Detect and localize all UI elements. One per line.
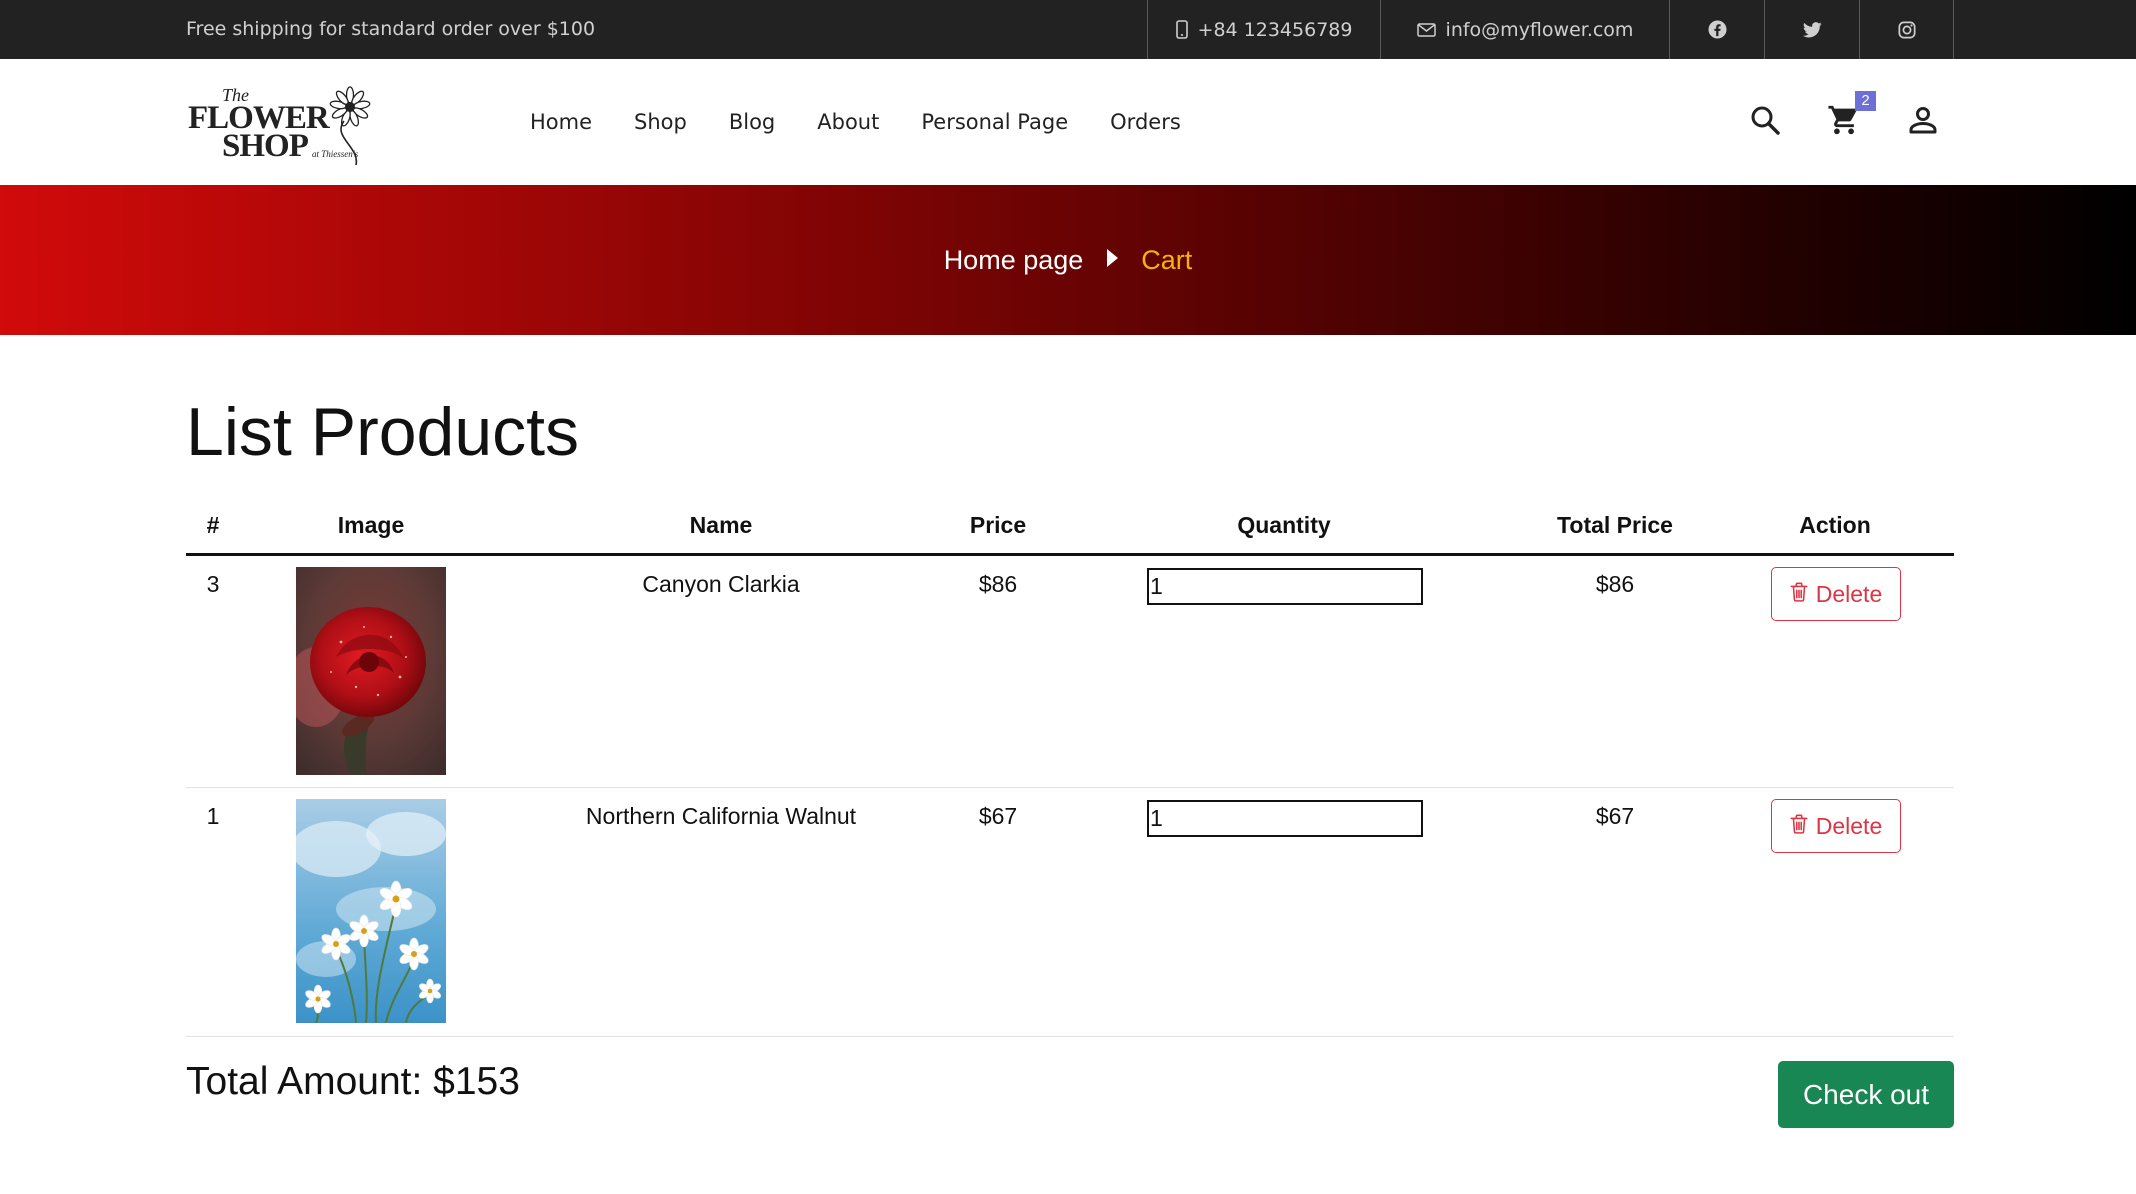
- nav-home[interactable]: Home: [530, 110, 592, 134]
- email-address: info@myflower.com: [1445, 18, 1634, 41]
- twitter-link[interactable]: [1764, 0, 1859, 59]
- table-row: 3 Canyon Clarkia $86 1 $86 Delete: [186, 556, 1954, 788]
- delete-button[interactable]: Delete: [1771, 567, 1901, 621]
- phone-icon: [1175, 20, 1188, 39]
- nav-personal-page[interactable]: Personal Page: [921, 110, 1068, 134]
- shipping-promo: Free shipping for standard order over $1…: [186, 18, 596, 40]
- nav-shop[interactable]: Shop: [634, 110, 687, 134]
- instagram-icon: [1897, 20, 1916, 39]
- delete-button[interactable]: Delete: [1771, 799, 1901, 853]
- table-header: # Image Name Price Quantity Total Price …: [186, 502, 1954, 556]
- search-button[interactable]: [1745, 102, 1785, 142]
- email-contact[interactable]: info@myflower.com: [1380, 0, 1669, 59]
- trash-icon: [1790, 581, 1808, 608]
- account-button[interactable]: [1903, 102, 1943, 142]
- product-price: $86: [978, 571, 1018, 597]
- product-image-cosmos[interactable]: [296, 799, 446, 1023]
- page-banner: Home page Cart: [0, 185, 2136, 335]
- logo-tagline: at Thiessen's: [312, 149, 359, 159]
- header-name: Name: [689, 512, 753, 538]
- header-quantity: Quantity: [1237, 512, 1331, 538]
- delete-label: Delete: [1815, 580, 1883, 607]
- breadcrumb: Home page Cart: [944, 245, 1193, 276]
- twitter-icon: [1802, 21, 1822, 38]
- row-total-price: $67: [1595, 803, 1635, 829]
- breadcrumb-current: Cart: [1141, 244, 1193, 275]
- cart-count-badge: 2: [1855, 91, 1876, 111]
- page-title: List Products: [186, 394, 580, 470]
- nav-blog[interactable]: Blog: [729, 110, 775, 134]
- logo-line-3: SHOP: [222, 128, 309, 164]
- breadcrumb-home[interactable]: Home page: [944, 245, 1084, 276]
- checkout-button[interactable]: Check out: [1778, 1061, 1954, 1128]
- caret-right-icon: [1105, 245, 1119, 276]
- facebook-icon: [1707, 20, 1727, 39]
- row-index: 1: [206, 803, 220, 829]
- header-index: #: [206, 512, 220, 538]
- row-total-price: $86: [1595, 571, 1635, 597]
- user-icon: [1907, 104, 1939, 141]
- header-price: Price: [969, 512, 1027, 538]
- table-row: 1 Northern California Walnut $67 1 $67 D…: [186, 788, 1954, 1037]
- header-action: Action: [1799, 512, 1871, 538]
- main-nav: Home Shop Blog About Personal Page Order…: [530, 59, 1223, 185]
- phone-number: +84 123456789: [1197, 18, 1353, 41]
- product-name: Northern California Walnut: [585, 803, 857, 829]
- facebook-link[interactable]: [1669, 0, 1764, 59]
- product-image-rose[interactable]: [296, 567, 446, 775]
- cart-table: # Image Name Price Quantity Total Price …: [186, 502, 1954, 1037]
- row-index: 3: [206, 571, 220, 597]
- header-image: Image: [337, 512, 405, 538]
- instagram-link[interactable]: [1859, 0, 1954, 59]
- nav-orders[interactable]: Orders: [1110, 110, 1181, 134]
- top-bar: Free shipping for standard order over $1…: [0, 0, 2136, 59]
- phone-contact[interactable]: +84 123456789: [1147, 0, 1380, 59]
- site-header: The FLOWER SHOP at Thiessen's Home Shop …: [0, 59, 2136, 185]
- mail-icon: [1416, 22, 1436, 37]
- product-price: $67: [978, 803, 1018, 829]
- total-amount: Total Amount: $153: [186, 1060, 520, 1103]
- header-total-price: Total Price: [1557, 512, 1673, 538]
- product-name: Canyon Clarkia: [642, 571, 800, 597]
- flower-shop-logo[interactable]: The FLOWER SHOP at Thiessen's: [186, 81, 386, 166]
- trash-icon: [1790, 813, 1808, 840]
- quantity-input[interactable]: [1147, 568, 1423, 605]
- delete-label: Delete: [1815, 812, 1883, 839]
- search-icon: [1749, 104, 1781, 141]
- nav-about[interactable]: About: [817, 110, 879, 134]
- quantity-input[interactable]: [1147, 800, 1423, 837]
